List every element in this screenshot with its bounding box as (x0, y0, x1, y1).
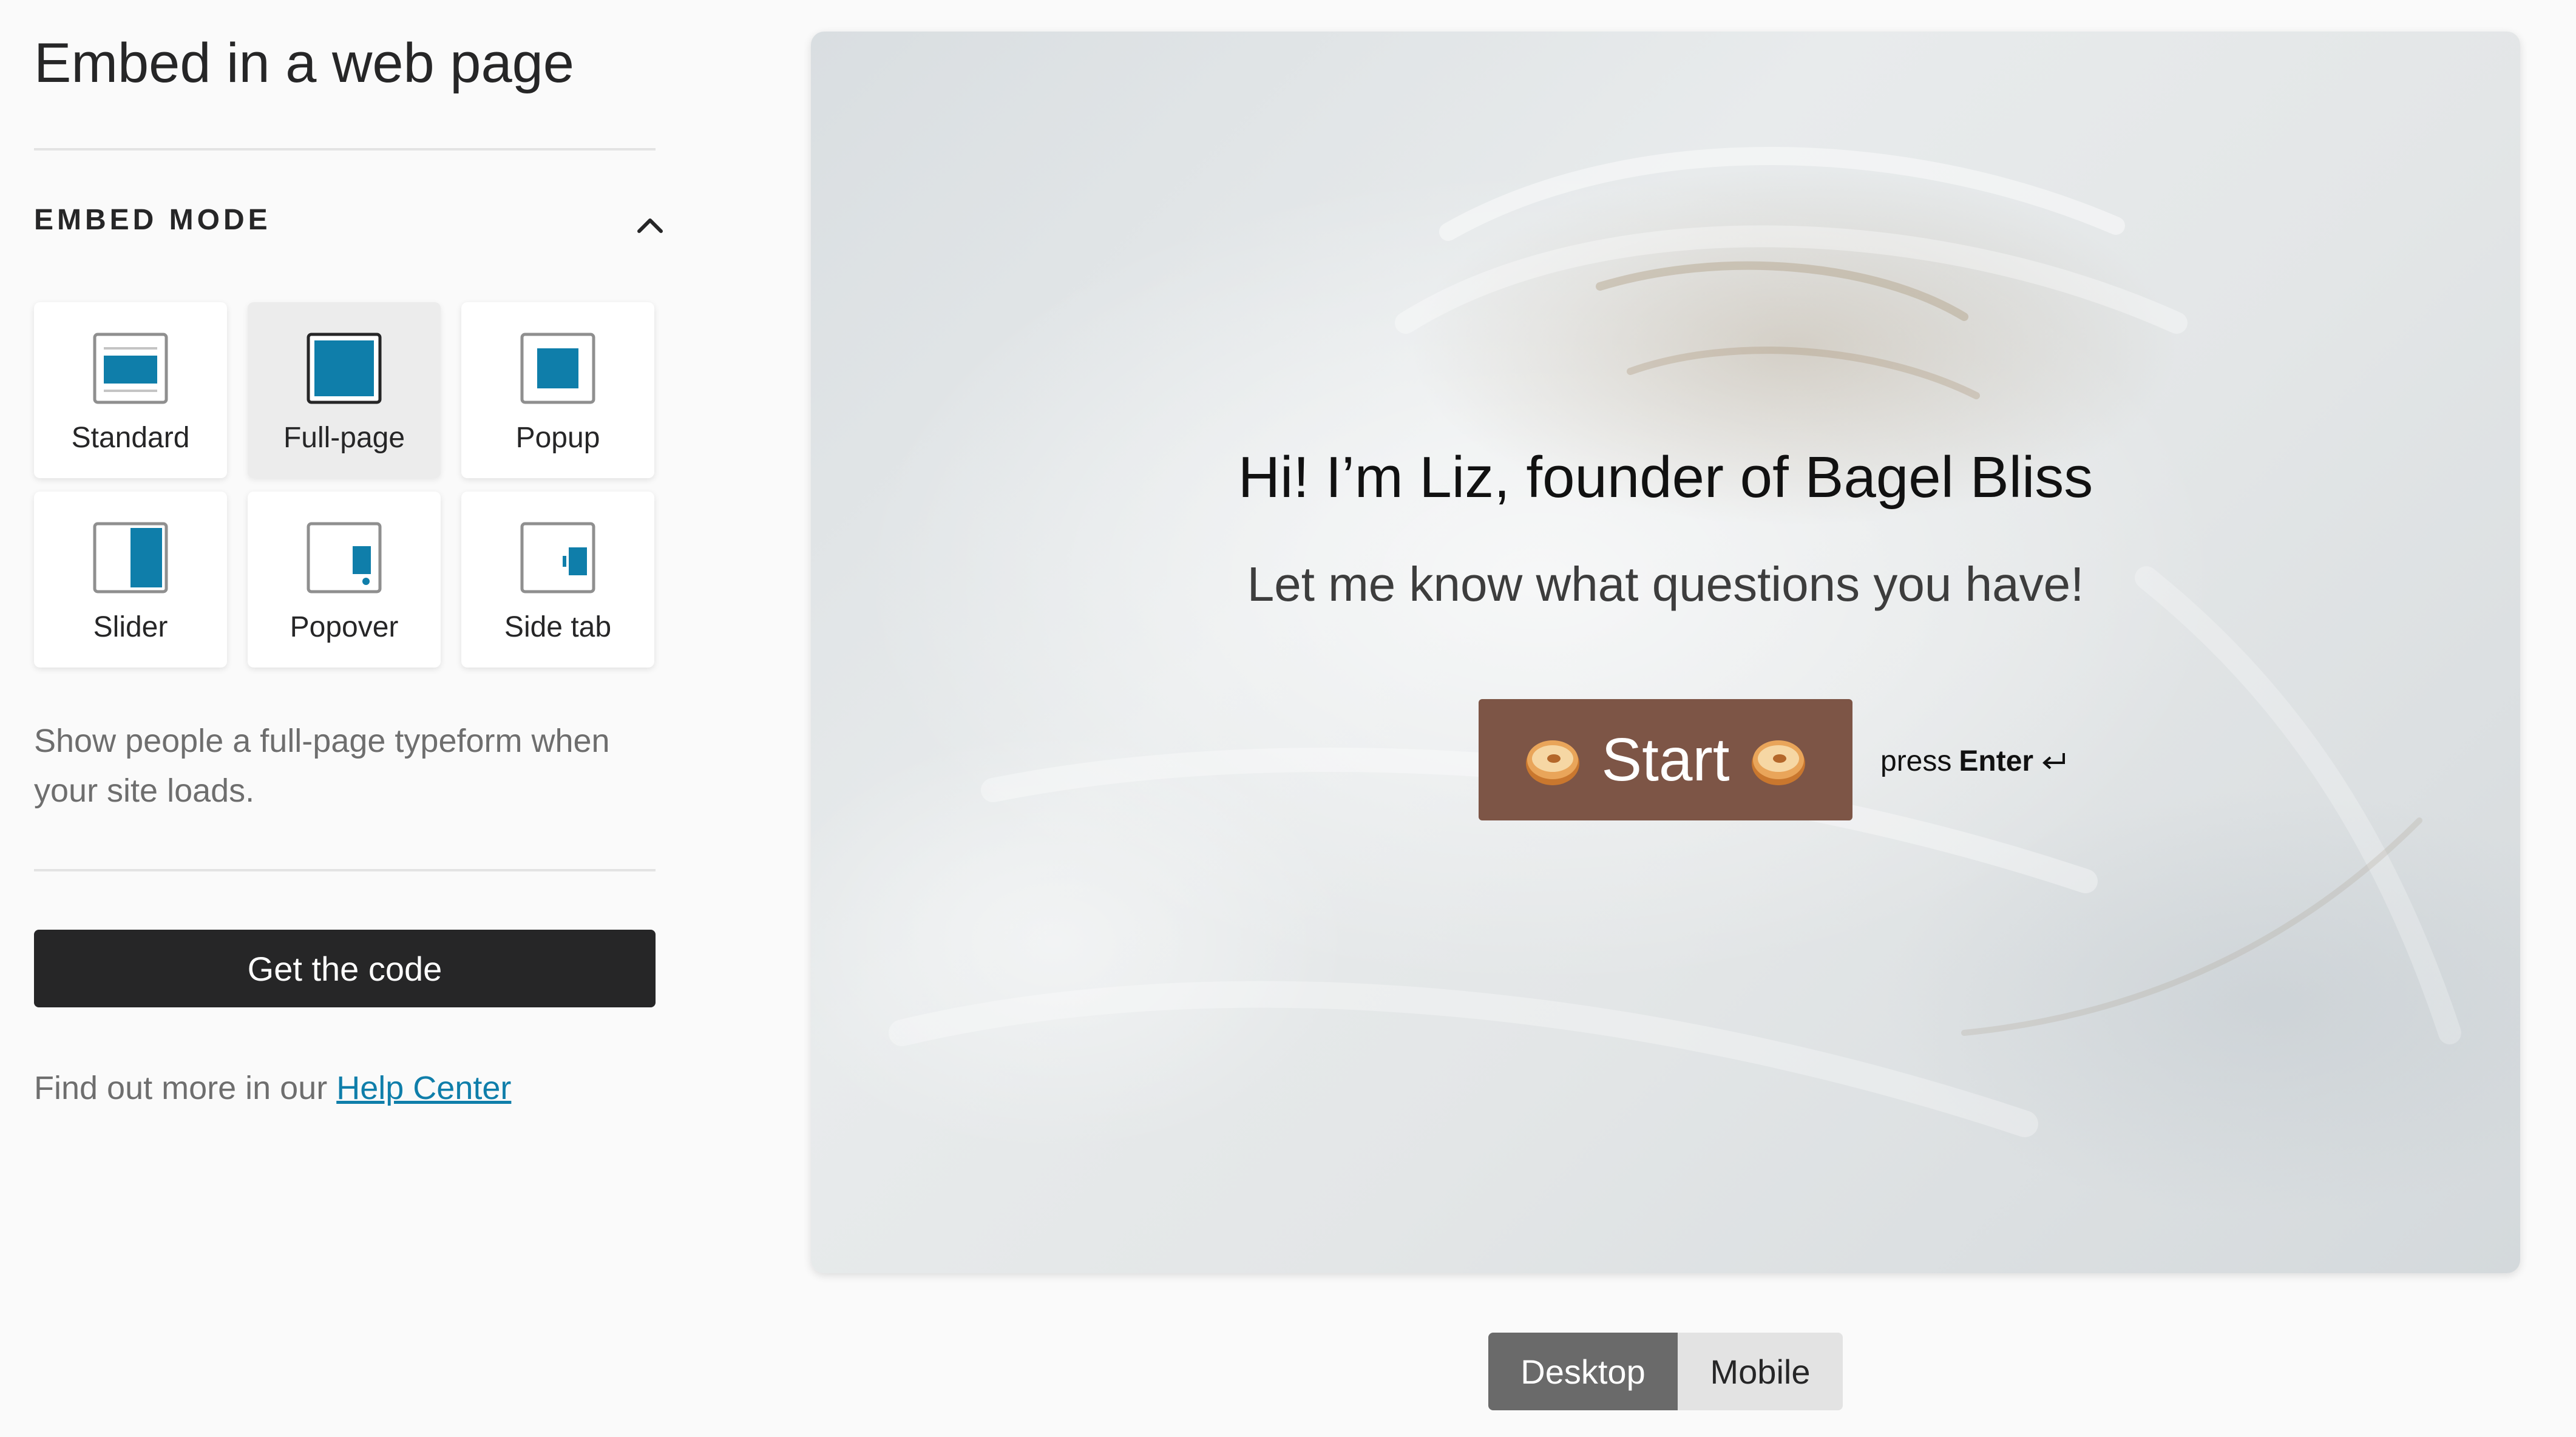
title-divider (34, 148, 656, 150)
form-preview: Hi! I’m Liz, founder of Bagel Bliss Let … (811, 32, 2520, 1273)
hint-prefix: press (1880, 745, 1952, 777)
mode-label: Standard (71, 422, 190, 454)
help-center-link[interactable]: Help Center (336, 1070, 511, 1106)
flour-background-texture (889, 147, 2461, 1137)
description-divider (34, 869, 656, 871)
start-button[interactable]: Start (1479, 699, 1852, 820)
mode-option-popup[interactable]: Popup (461, 302, 654, 478)
standard-embed-icon (93, 333, 168, 404)
mode-label: Side tab (504, 611, 612, 643)
help-center-text: Find out more in our Help Center (34, 1069, 511, 1107)
mode-label: Slider (93, 611, 168, 643)
popup-embed-icon (520, 333, 595, 404)
mode-option-side-tab[interactable]: Side tab (461, 492, 654, 668)
mode-label: Full-page (283, 422, 405, 454)
side-tab-embed-icon (520, 522, 595, 593)
return-arrow-icon (2042, 752, 2066, 769)
mode-option-popover[interactable]: Popover (248, 492, 441, 668)
help-prefix: Find out more in our (34, 1070, 337, 1106)
chevron-up-icon[interactable] (635, 209, 665, 240)
popover-embed-icon (307, 522, 382, 593)
mode-option-standard[interactable]: Standard (34, 302, 227, 478)
desktop-view-button[interactable]: Desktop (1488, 1333, 1678, 1410)
start-label: Start (1601, 725, 1730, 794)
hint-key: Enter (1959, 745, 2034, 777)
page-title: Embed in a web page (34, 32, 574, 94)
view-toggle: Desktop Mobile (1488, 1333, 1843, 1410)
press-enter-hint: press Enter (1880, 745, 2067, 778)
mobile-view-button[interactable]: Mobile (1678, 1333, 1843, 1410)
welcome-subheading: Let me know what questions you have! (1247, 557, 2084, 611)
get-the-code-button[interactable]: Get the code (34, 930, 656, 1007)
mode-label: Popover (290, 611, 399, 643)
mode-option-full-page[interactable]: Full-page (248, 302, 441, 478)
mode-description: Show people a full-page typeform when yo… (34, 723, 610, 809)
welcome-heading: Hi! I’m Liz, founder of Bagel Bliss (1238, 445, 2093, 510)
bagel-icon (1751, 740, 1805, 785)
mode-option-slider[interactable]: Slider (34, 492, 227, 668)
full-page-embed-icon (307, 333, 382, 404)
slider-embed-icon (93, 522, 168, 593)
embed-settings-screen: Embed in a web page EMBED MODE Standard (0, 0, 2576, 1437)
mode-label: Popup (515, 422, 600, 454)
bagel-icon (1526, 740, 1580, 785)
embed-mode-heading: EMBED MODE (34, 204, 271, 236)
